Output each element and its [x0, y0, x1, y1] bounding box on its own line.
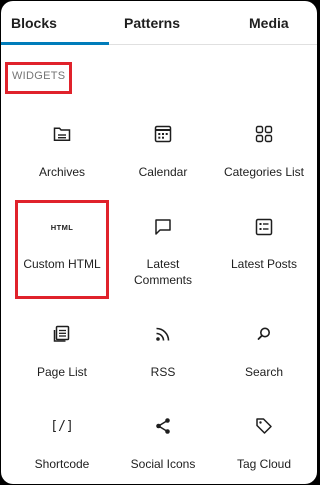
block-search[interactable]: Search	[214, 324, 314, 410]
tab-media[interactable]: Media	[249, 1, 289, 45]
block-label: Shortcode	[34, 457, 90, 471]
block-label: Page List	[36, 365, 88, 379]
block-latest-posts[interactable]: Latest Posts	[214, 217, 314, 303]
search-icon	[254, 324, 274, 344]
shortcode-icon: [/]	[50, 418, 74, 434]
block-shortcode[interactable]: [/] Shortcode	[12, 416, 112, 484]
block-label: Latest Comments	[133, 257, 192, 287]
block-tag-cloud[interactable]: Tag Cloud	[214, 416, 314, 484]
block-label: RSS	[150, 365, 176, 379]
section-title: WIDGETS	[12, 70, 66, 82]
block-label: Archives	[38, 165, 85, 179]
block-categories-list[interactable]: Categories List	[214, 124, 314, 210]
rss-icon	[153, 324, 173, 344]
block-rss[interactable]: RSS	[113, 324, 213, 410]
block-label: Categories List	[223, 165, 305, 179]
inserter-tabs: Blocks Patterns Media	[1, 1, 317, 45]
block-label: Calendar	[138, 165, 188, 179]
block-label: Social Icons	[130, 457, 196, 471]
tab-blocks[interactable]: Blocks	[11, 1, 57, 45]
active-tab-indicator	[1, 42, 109, 45]
comment-bubble-icon	[153, 217, 173, 237]
block-label: Latest Posts	[230, 257, 298, 271]
post-list-icon	[254, 217, 274, 237]
archive-folder-icon	[52, 124, 72, 144]
block-label: Search	[244, 365, 284, 379]
tab-patterns[interactable]: Patterns	[124, 1, 180, 45]
block-calendar[interactable]: Calendar	[113, 124, 213, 210]
block-archives[interactable]: Archives	[12, 124, 112, 210]
block-label: Tag Cloud	[236, 457, 292, 471]
tag-icon	[254, 416, 274, 436]
calendar-icon	[153, 124, 173, 144]
block-page-list[interactable]: Page List	[12, 324, 112, 410]
section-header-widgets: WIDGETS	[5, 62, 72, 94]
share-icon	[153, 416, 173, 436]
block-latest-comments[interactable]: Latest Comments	[113, 217, 213, 303]
block-inserter-panel: Blocks Patterns Media WIDGETS Archives C…	[1, 1, 317, 484]
custom-html-highlight-box	[15, 200, 109, 299]
categories-grid-icon	[254, 124, 274, 144]
block-social-icons[interactable]: Social Icons	[113, 416, 213, 484]
page-list-icon	[52, 324, 72, 344]
